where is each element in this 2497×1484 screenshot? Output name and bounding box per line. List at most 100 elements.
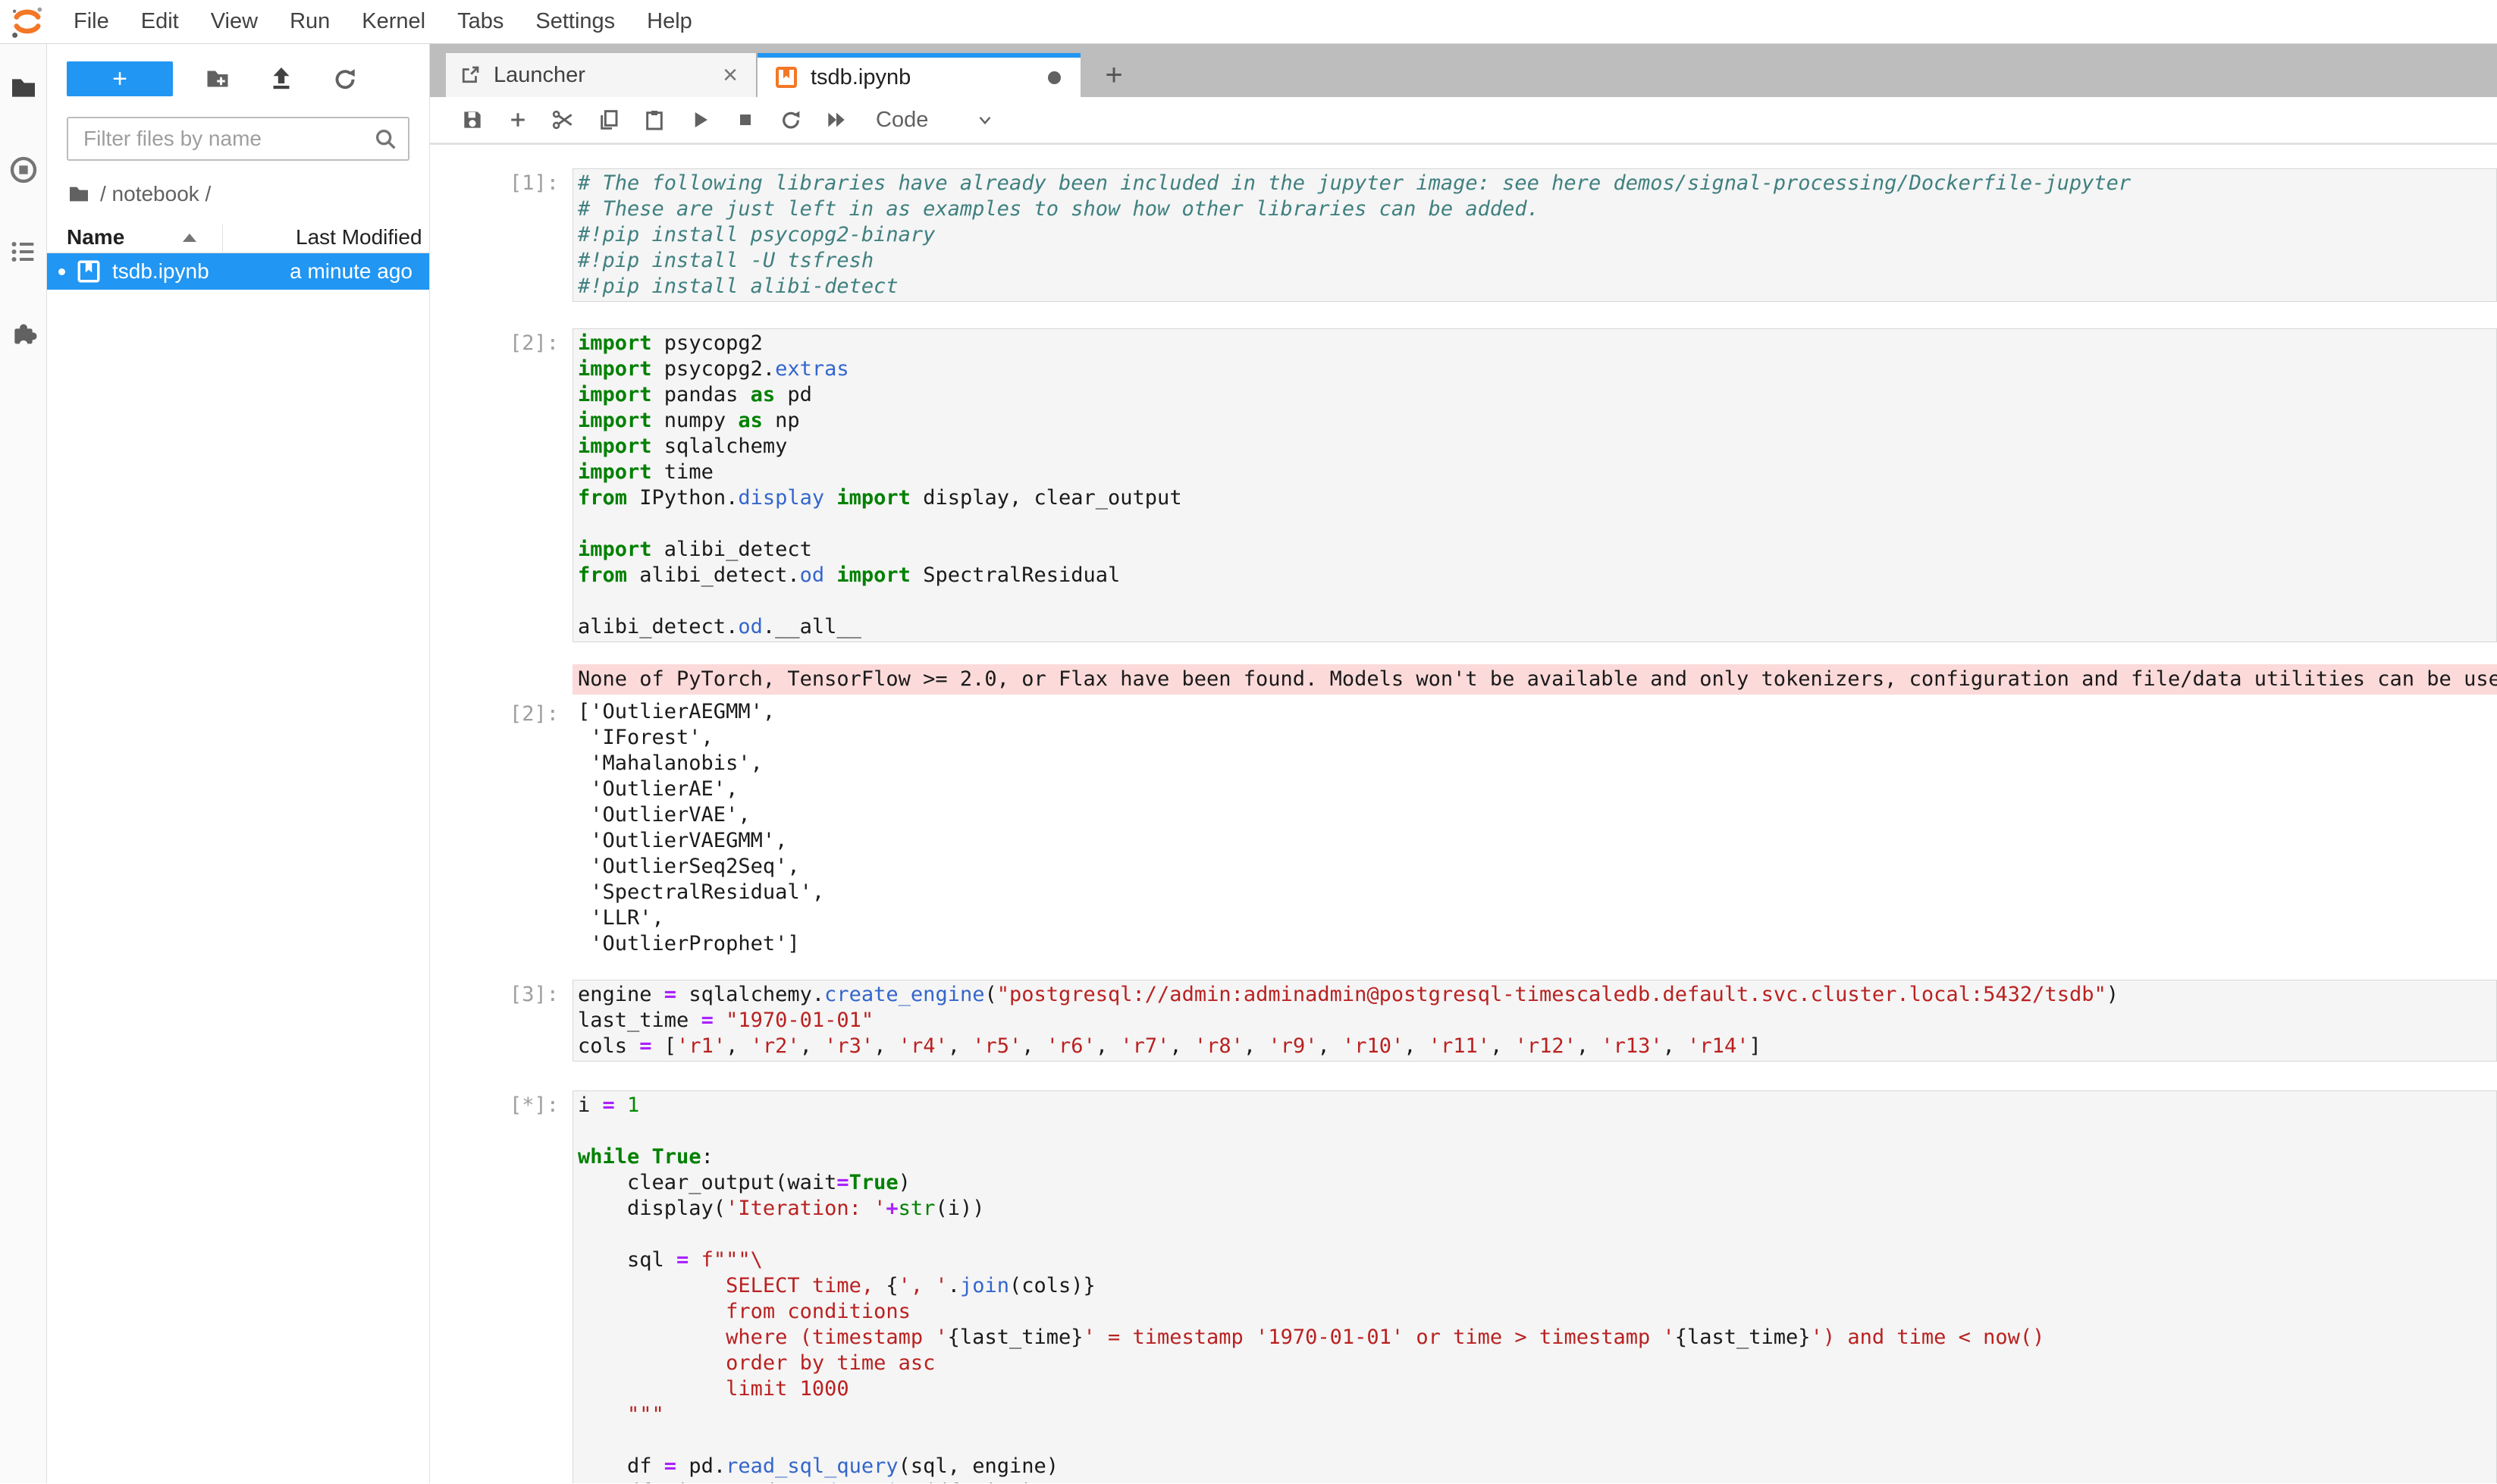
launcher-icon bbox=[459, 64, 482, 86]
restart-kernel-icon[interactable] bbox=[768, 99, 814, 141]
code-line: i = 1 bbox=[578, 1093, 2496, 1118]
notebook-file-icon bbox=[774, 65, 798, 89]
tab-label: tsdb.ipynb bbox=[811, 65, 911, 90]
new-folder-button[interactable] bbox=[200, 61, 235, 96]
code-line: while True: bbox=[578, 1144, 2496, 1170]
close-tab-icon[interactable]: × bbox=[723, 64, 738, 86]
extensions-icon[interactable] bbox=[7, 317, 40, 350]
code-line: df.time = pd.to_datetime(df.time) bbox=[578, 1479, 2496, 1483]
upload-icon[interactable] bbox=[264, 61, 299, 96]
insert-cell-icon[interactable] bbox=[495, 99, 541, 141]
breadcrumb[interactable]: / notebook / bbox=[67, 179, 429, 209]
code-line: limit 1000 bbox=[578, 1376, 2496, 1402]
cell-editor[interactable]: import psycopg2import psycopg2.extrasimp… bbox=[572, 328, 2497, 642]
output-line: 'OutlierVAE', bbox=[578, 802, 2497, 828]
file-browser-icon[interactable] bbox=[7, 71, 40, 105]
code-line bbox=[578, 511, 2496, 537]
code-line: #!pip install alibi-detect bbox=[578, 274, 2496, 300]
copy-cells-icon[interactable] bbox=[586, 99, 632, 141]
code-line: sql = f"""\ bbox=[578, 1247, 2496, 1273]
code-line: SELECT time, {', '.join(cols)} bbox=[578, 1273, 2496, 1299]
code-line: from IPython.display import display, cle… bbox=[578, 485, 2496, 511]
sort-ascending-icon bbox=[183, 234, 196, 242]
code-line: cols = ['r1', 'r2', 'r3', 'r4', 'r5', 'r… bbox=[578, 1034, 2496, 1059]
table-of-contents-icon[interactable] bbox=[7, 235, 40, 268]
code-cell: [2]:import psycopg2import psycopg2.extra… bbox=[430, 328, 2497, 642]
code-line: #!pip install -U tsfresh bbox=[578, 248, 2496, 274]
cell-output-stderr: None of PyTorch, TensorFlow >= 2.0, or F… bbox=[430, 664, 2497, 695]
code-line: last_time = "1970-01-01" bbox=[578, 1008, 2496, 1034]
output-line: ['OutlierAEGMM', bbox=[578, 699, 2497, 725]
code-line bbox=[578, 588, 2496, 614]
new-tab-button[interactable]: + bbox=[1091, 53, 1137, 97]
code-line bbox=[578, 1118, 2496, 1144]
code-line: import sqlalchemy bbox=[578, 434, 2496, 460]
notebook-panel: [1]:# The following libraries have alrea… bbox=[430, 145, 2497, 1483]
search-icon bbox=[373, 127, 399, 152]
menu-kernel[interactable]: Kernel bbox=[346, 0, 441, 43]
menu-file[interactable]: File bbox=[58, 0, 125, 43]
code-line: import pandas as pd bbox=[578, 382, 2496, 408]
code-line: where (timestamp '{last_time}' = timesta… bbox=[578, 1325, 2496, 1351]
paste-cells-icon[interactable] bbox=[632, 99, 677, 141]
file-row-tsdb-ipynb[interactable]: tsdb.ipynb a minute ago bbox=[47, 253, 429, 290]
running-sessions-icon[interactable] bbox=[7, 153, 40, 187]
tab-label: Launcher bbox=[494, 63, 585, 88]
code-line: display('Iteration: '+str(i)) bbox=[578, 1196, 2496, 1222]
output-line: 'LLR', bbox=[578, 905, 2497, 931]
tab-launcher[interactable]: Launcher × bbox=[446, 53, 757, 97]
menu-settings[interactable]: Settings bbox=[519, 0, 631, 43]
breadcrumb-path: / notebook / bbox=[100, 182, 211, 206]
cell-prompt[interactable] bbox=[430, 664, 572, 695]
menu-tabs[interactable]: Tabs bbox=[441, 0, 519, 43]
save-icon[interactable] bbox=[450, 99, 495, 141]
cut-cells-icon[interactable] bbox=[541, 99, 586, 141]
new-launcher-button[interactable]: + bbox=[67, 61, 173, 96]
code-cell: [*]:i = 1 while True: clear_output(wait=… bbox=[430, 1090, 2497, 1483]
code-cell: [1]:# The following libraries have alrea… bbox=[430, 168, 2497, 302]
menu-help[interactable]: Help bbox=[631, 0, 708, 43]
output-line: 'Mahalanobis', bbox=[578, 751, 2497, 777]
stderr-message: None of PyTorch, TensorFlow >= 2.0, or F… bbox=[572, 664, 2497, 695]
code-line: engine = sqlalchemy.create_engine("postg… bbox=[578, 982, 2496, 1008]
cell-editor[interactable]: i = 1 while True: clear_output(wait=True… bbox=[572, 1090, 2497, 1483]
menu-run[interactable]: Run bbox=[274, 0, 346, 43]
cell-prompt[interactable]: [*]: bbox=[430, 1090, 572, 1483]
menu-view[interactable]: View bbox=[195, 0, 274, 43]
home-folder-icon bbox=[67, 182, 91, 206]
cell-editor[interactable]: engine = sqlalchemy.create_engine("postg… bbox=[572, 980, 2497, 1062]
code-line: import alibi_detect bbox=[578, 537, 2496, 563]
output-line: 'OutlierSeq2Seq', bbox=[578, 854, 2497, 880]
run-cell-icon[interactable] bbox=[677, 99, 723, 141]
output-text: ['OutlierAEGMM', 'IForest', 'Mahalanobis… bbox=[572, 699, 2497, 957]
filter-files-input[interactable] bbox=[67, 117, 409, 161]
column-divider bbox=[222, 224, 223, 253]
code-line: #!pip install psycopg2-binary bbox=[578, 222, 2496, 248]
cell-type-value: Code bbox=[876, 108, 928, 133]
column-header-name[interactable]: Name bbox=[67, 225, 124, 249]
output-line: 'OutlierAE', bbox=[578, 777, 2497, 802]
interrupt-kernel-icon[interactable] bbox=[723, 99, 768, 141]
refresh-icon[interactable] bbox=[328, 61, 362, 96]
code-line: order by time asc bbox=[578, 1351, 2496, 1376]
column-header-last-modified[interactable]: Last Modified bbox=[296, 225, 422, 249]
cell-type-dropdown[interactable]: Code bbox=[876, 108, 995, 133]
unsaved-changes-icon[interactable] bbox=[1048, 71, 1061, 84]
code-line: clear_output(wait=True) bbox=[578, 1170, 2496, 1196]
cell-prompt[interactable]: [1]: bbox=[430, 168, 572, 302]
cell-prompt[interactable]: [3]: bbox=[430, 980, 572, 1062]
cell-editor[interactable]: # The following libraries have already b… bbox=[572, 168, 2497, 302]
cell-prompt[interactable]: [2]: bbox=[430, 328, 572, 642]
cell-prompt[interactable]: [2]: bbox=[430, 699, 572, 957]
file-name: tsdb.ipynb bbox=[112, 259, 209, 284]
code-line: df = pd.read_sql_query(sql, engine) bbox=[578, 1454, 2496, 1479]
restart-run-all-icon[interactable] bbox=[814, 99, 859, 141]
code-line: # The following libraries have already b… bbox=[578, 171, 2496, 196]
main-dock-panel: Launcher × tsdb.ipynb + bbox=[430, 44, 2497, 1483]
menu-edit[interactable]: Edit bbox=[125, 0, 195, 43]
cell-output-result: [2]:['OutlierAEGMM', 'IForest', 'Mahalan… bbox=[430, 699, 2497, 957]
file-browser-toolbar: + bbox=[47, 44, 429, 97]
tab-bar: Launcher × tsdb.ipynb + bbox=[430, 44, 2497, 97]
unsaved-bullet-icon bbox=[58, 268, 65, 275]
tab-tsdb-ipynb[interactable]: tsdb.ipynb bbox=[758, 53, 1081, 97]
